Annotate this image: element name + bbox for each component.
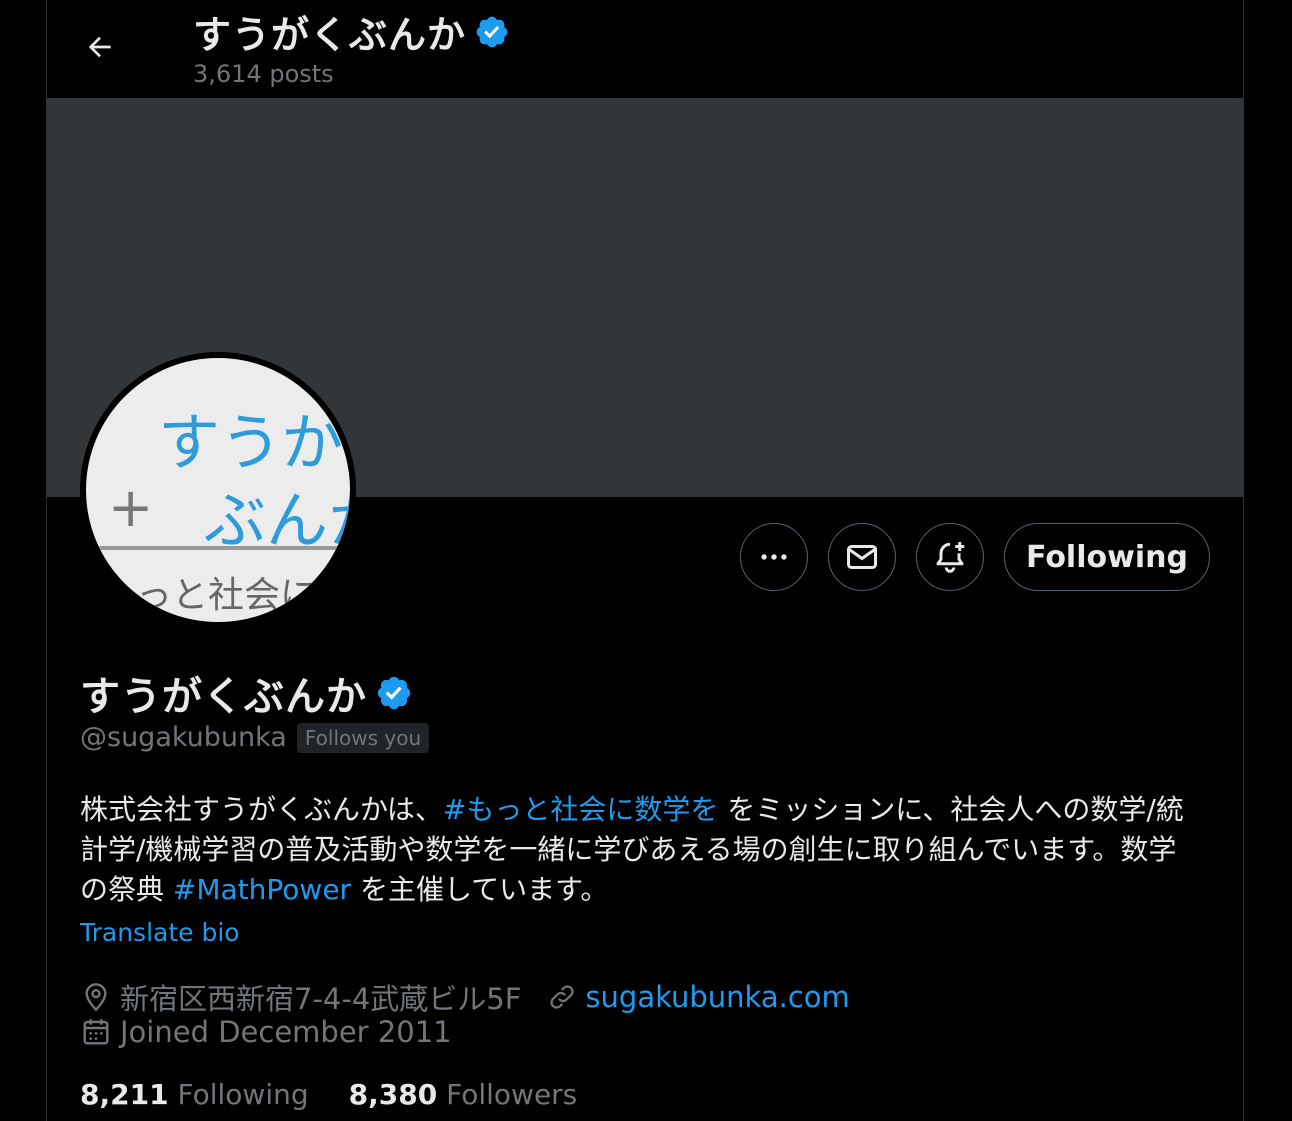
bio-text: を主催しています。 [351, 873, 609, 906]
profile-bio: 株式会社すうがくぶんかは、#もっと社会に数学を をミッションに、社会人への数学/… [80, 790, 1200, 910]
bio-text: 株式会社すうがくぶんかは、 [80, 793, 443, 826]
website-link[interactable]: sugakubunka.com [585, 980, 849, 1014]
follow-counts: 8,211 Following 8,380 Followers [80, 1078, 577, 1111]
location-pin-icon [85, 983, 107, 1012]
back-button[interactable] [75, 22, 125, 72]
avatar-rule [86, 546, 350, 550]
header-title: すうがくぶんか [193, 4, 510, 59]
bell-plus-icon [936, 542, 965, 573]
joined-text: Joined December 2011 [120, 1015, 452, 1049]
followers-count: 8,380 [348, 1078, 438, 1111]
profile-joined-row: Joined December 2011 [80, 1015, 478, 1049]
avatar[interactable]: すうがく + ぶんか もっと社会に数学を [80, 352, 356, 628]
location-text: 新宿区西新宿7-4-4武蔵ビル5F [120, 982, 522, 1016]
mail-icon [847, 545, 877, 569]
handle-row: @sugakubunka Follows you [80, 722, 430, 753]
followers-count-link[interactable]: 8,380 Followers [349, 1078, 578, 1111]
verified-badge-icon[interactable] [375, 674, 413, 712]
avatar-plus-mark: + [108, 476, 154, 539]
avatar-text-line1: すうがく [158, 406, 350, 479]
location-item: 新宿区西新宿7-4-4武蔵ビル5F [80, 976, 521, 1018]
following-count: 8,211 [80, 1078, 169, 1111]
profile-name: すうがくぶんか [80, 674, 367, 720]
followers-label: Followers [446, 1078, 578, 1111]
bio-hashtag-link[interactable]: #もっと社会に数学を [443, 793, 718, 826]
calendar-icon [83, 1019, 109, 1045]
profile-column: すうがくぶんか 3,614 posts すうがく + ぶんか もっと社会に数学を [46, 0, 1244, 1121]
profile-header: すうがくぶんか 3,614 posts [47, 0, 1243, 99]
message-button[interactable] [828, 523, 896, 591]
website-item: sugakubunka.com [547, 980, 850, 1014]
translate-bio-link[interactable]: Translate bio [80, 918, 240, 947]
more-icon [761, 554, 787, 560]
header-name: すうがくぶんか [193, 13, 467, 57]
following-button[interactable]: Following [1004, 523, 1210, 591]
profile-name-row: すうがくぶんか [80, 664, 413, 722]
avatar-image: すうがく + ぶんか もっと社会に数学を [86, 358, 350, 622]
follows-you-badge: Follows you [296, 722, 430, 753]
link-icon [550, 985, 574, 1009]
avatar-text-line3: もっと社会に数学を [100, 575, 350, 616]
post-count: 3,614 posts [193, 60, 334, 88]
joined-item: Joined December 2011 [80, 1015, 452, 1049]
following-label: Following [177, 1078, 309, 1111]
following-count-link[interactable]: 8,211 Following [80, 1078, 309, 1111]
profile-meta-row: 新宿区西新宿7-4-4武蔵ビル5F sugakubunka.com [80, 976, 876, 1018]
more-button[interactable] [740, 523, 808, 591]
verified-badge-icon [476, 16, 508, 47]
notify-button[interactable] [916, 523, 984, 591]
back-arrow-icon [88, 36, 111, 58]
bio-hashtag-link[interactable]: #MathPower [173, 873, 351, 906]
profile-handle: @sugakubunka [80, 722, 287, 753]
